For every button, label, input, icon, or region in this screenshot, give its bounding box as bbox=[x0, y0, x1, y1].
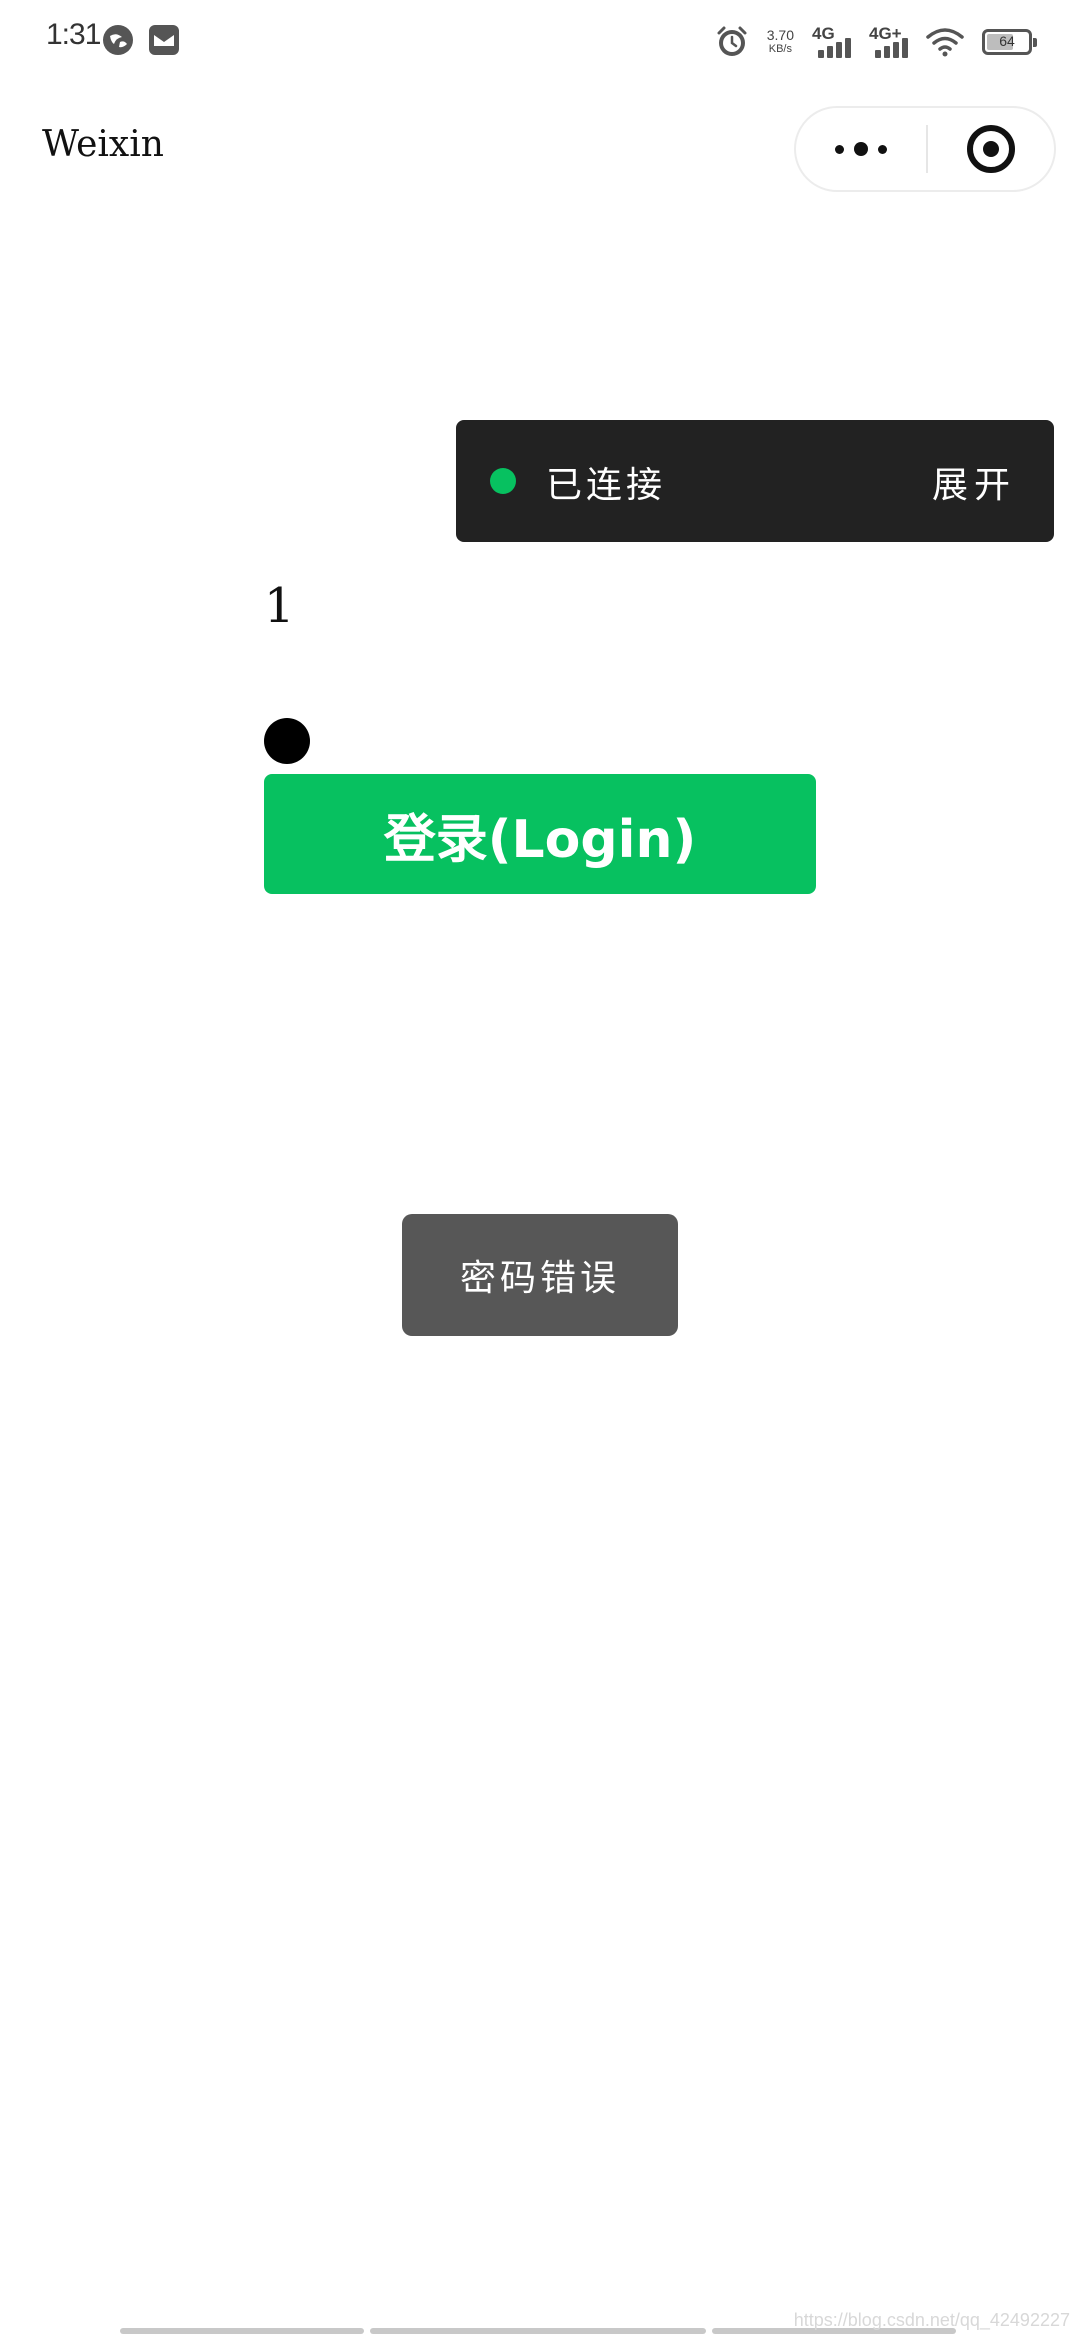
network-speed-value: 3.70 bbox=[766, 27, 794, 43]
toast-message: 密码错误 bbox=[459, 1258, 620, 1299]
mini-program-capsule bbox=[794, 106, 1056, 192]
target-icon bbox=[967, 125, 1015, 173]
page-title: Weixin bbox=[42, 124, 164, 165]
screen: 1:31 3.70 KB/s 4G 4G+ 64 Weixin 已连接 展开 1… bbox=[0, 0, 1080, 2340]
network-speed: 3.70 KB/s bbox=[767, 28, 794, 56]
message-app-icon bbox=[149, 25, 179, 55]
signal-4g-label: 4G bbox=[812, 24, 835, 43]
watermark: https://blog.csdn.net/qq_42492227 bbox=[793, 2310, 1070, 2330]
status-time: 1:31 bbox=[46, 18, 101, 51]
login-button[interactable]: 登录(Login) bbox=[264, 774, 816, 894]
signal-4g-plus-label: 4G+ bbox=[869, 24, 902, 43]
expand-button[interactable]: 展开 bbox=[932, 456, 1016, 508]
home-indicator-segment bbox=[370, 2328, 706, 2334]
more-dot bbox=[835, 144, 844, 154]
home-indicator-segment bbox=[120, 2328, 364, 2334]
battery-icon: 64 bbox=[982, 29, 1037, 55]
browser-app-icon bbox=[103, 25, 133, 55]
connection-bar: 已连接 展开 bbox=[456, 420, 1054, 542]
error-toast: 密码错误 bbox=[402, 1214, 678, 1336]
password-input[interactable] bbox=[264, 718, 310, 764]
close-mini-program-button[interactable] bbox=[928, 108, 1054, 190]
account-input[interactable]: 1 bbox=[264, 578, 295, 634]
wifi-icon bbox=[926, 28, 964, 57]
signal-4g-plus: 4G+ bbox=[869, 22, 908, 62]
signal-4g: 4G bbox=[812, 22, 851, 62]
alarm-icon bbox=[717, 26, 747, 56]
more-menu-button[interactable] bbox=[796, 108, 926, 190]
more-dot bbox=[854, 142, 868, 156]
connection-status-text: 已连接 bbox=[546, 465, 667, 506]
network-speed-unit: KB/s bbox=[768, 43, 792, 55]
connection-status-dot bbox=[490, 468, 516, 494]
status-right-group: 3.70 KB/s 4G 4G+ 64 bbox=[715, 20, 1037, 64]
battery-level: 64 bbox=[999, 33, 1015, 49]
status-bar: 1:31 3.70 KB/s 4G 4G+ 64 bbox=[0, 0, 1080, 84]
more-dot bbox=[878, 144, 887, 154]
